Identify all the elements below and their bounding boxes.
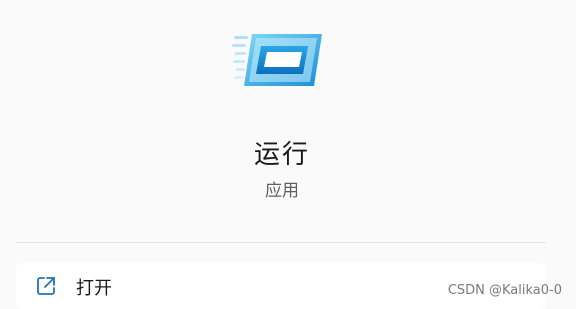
open-external-icon [35,275,57,297]
app-type-label: 应用 [265,181,299,201]
divider [16,242,546,243]
app-title: 运行 [253,140,310,170]
app-details-panel: 运行 应用 打开 CSDN @Kalika0-0 [0,0,576,309]
run-dialog-icon [232,30,324,88]
watermark: CSDN @Kalika0-0 [447,283,562,298]
open-action-label: 打开 [76,278,112,299]
